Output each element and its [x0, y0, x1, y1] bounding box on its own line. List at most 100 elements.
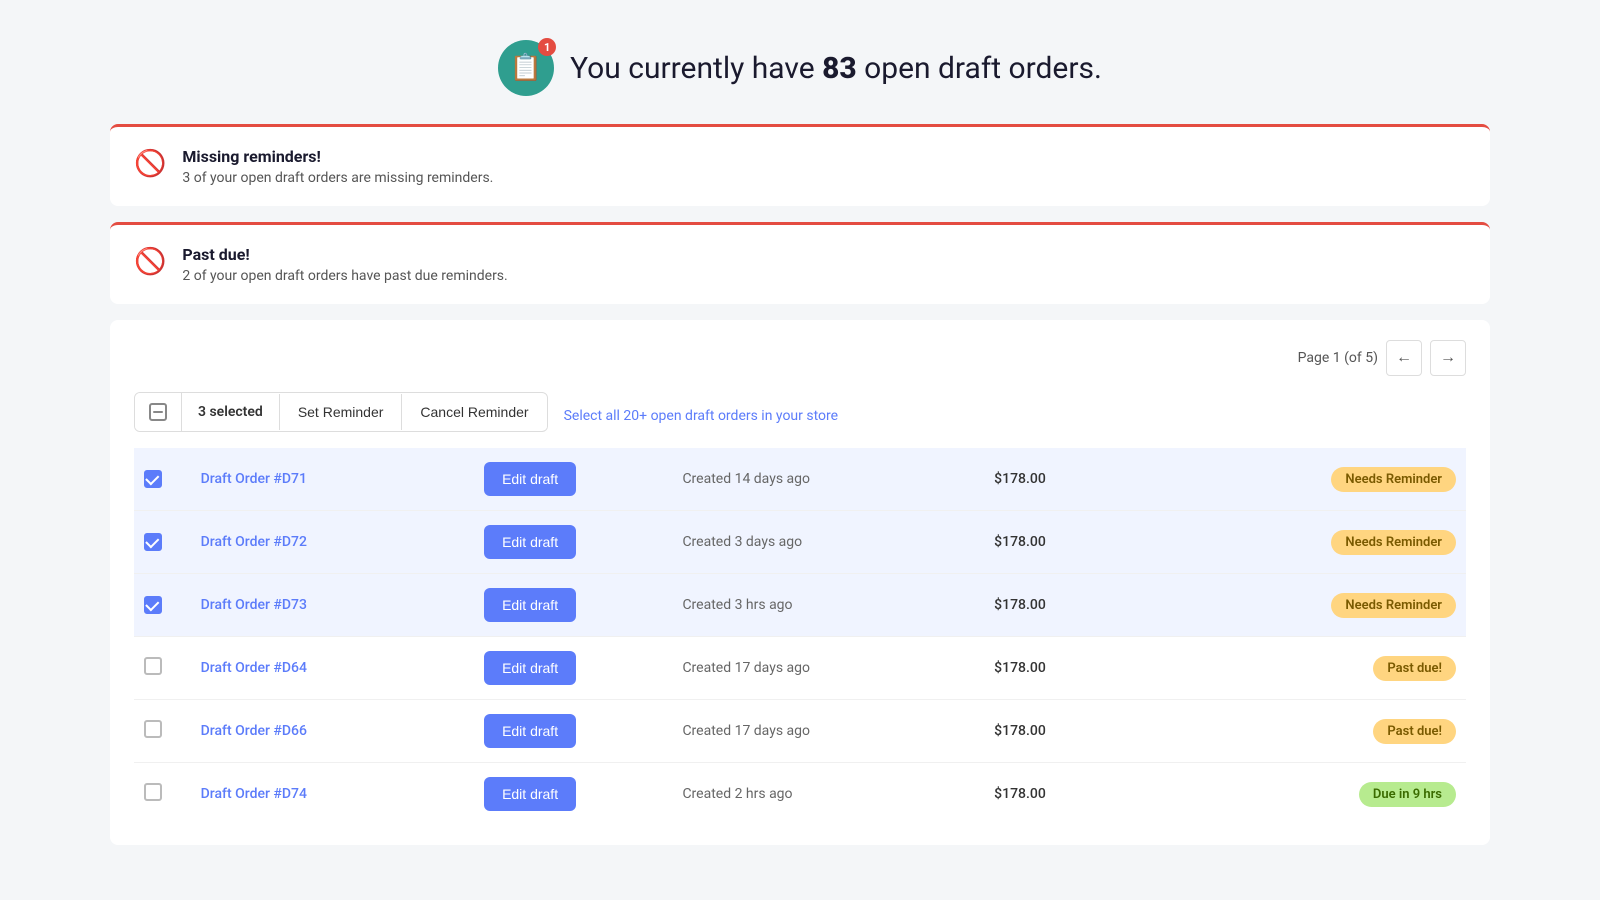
notification-badge: 1	[538, 38, 556, 56]
order-name-cell: Draft Order #D64	[191, 637, 474, 700]
edit-draft-button[interactable]: Edit draft	[484, 462, 576, 496]
table-row: Draft Order #D73 Edit draft Created 3 hr…	[134, 574, 1466, 637]
bulk-selected-label: 3 selected	[182, 394, 280, 430]
edit-draft-button[interactable]: Edit draft	[484, 651, 576, 685]
alert-desc-missing: 3 of your open draft orders are missing …	[182, 170, 493, 186]
alert-content-pastdue: Past due! 2 of your open draft orders ha…	[182, 245, 507, 284]
created-text: Created 3 hrs ago	[682, 597, 792, 613]
amount-text: $178.00	[994, 723, 1046, 739]
edit-draft-button[interactable]: Edit draft	[484, 714, 576, 748]
alert-title-pastdue: Past due!	[182, 245, 507, 264]
created-text: Created 14 days ago	[682, 471, 810, 487]
title-count: 83	[822, 51, 857, 86]
edit-draft-button[interactable]: Edit draft	[484, 525, 576, 559]
order-link[interactable]: Draft Order #D66	[201, 723, 307, 739]
table-row: Draft Order #D72 Edit draft Created 3 da…	[134, 511, 1466, 574]
amount-text: $178.00	[994, 534, 1046, 550]
row-checkbox-cell	[134, 511, 191, 574]
alert-title-missing: Missing reminders!	[182, 147, 493, 166]
bulk-action-bar: 3 selected Set Reminder Cancel Reminder …	[134, 392, 1466, 440]
order-link[interactable]: Draft Order #D71	[201, 471, 307, 487]
order-name-cell: Draft Order #D73	[191, 574, 474, 637]
order-link[interactable]: Draft Order #D74	[201, 786, 307, 802]
bulk-select-all-checkbox[interactable]	[135, 393, 182, 431]
select-all-link[interactable]: Select all 20+ open draft orders in your…	[564, 408, 838, 424]
row-checkbox[interactable]	[144, 533, 162, 551]
alert-desc-pastdue: 2 of your open draft orders have past du…	[182, 268, 507, 284]
row-checkbox[interactable]	[144, 720, 162, 738]
order-link[interactable]: Draft Order #D72	[201, 534, 307, 550]
title-prefix: You currently have	[570, 51, 822, 86]
edit-cell: Edit draft	[474, 574, 672, 637]
amount-cell: $178.00	[984, 637, 1182, 700]
edit-cell: Edit draft	[474, 448, 672, 511]
app-icon: 📋 1	[498, 40, 554, 96]
order-name-cell: Draft Order #D74	[191, 763, 474, 826]
edit-draft-button[interactable]: Edit draft	[484, 777, 576, 811]
status-cell: Past due!	[1183, 637, 1466, 700]
row-checkbox-cell	[134, 700, 191, 763]
created-cell: Created 17 days ago	[672, 637, 984, 700]
orders-table-card: Page 1 (of 5) ← → 3 selected Set Reminde…	[110, 320, 1490, 845]
amount-cell: $178.00	[984, 511, 1182, 574]
created-text: Created 17 days ago	[682, 723, 810, 739]
created-cell: Created 14 days ago	[672, 448, 984, 511]
orders-tbody: Draft Order #D71 Edit draft Created 14 d…	[134, 448, 1466, 825]
row-checkbox[interactable]	[144, 596, 162, 614]
order-name-cell: Draft Order #D72	[191, 511, 474, 574]
amount-cell: $178.00	[984, 574, 1182, 637]
order-link[interactable]: Draft Order #D73	[201, 597, 307, 613]
row-checkbox[interactable]	[144, 470, 162, 488]
amount-cell: $178.00	[984, 448, 1182, 511]
status-badge: Needs Reminder	[1331, 530, 1456, 555]
row-checkbox[interactable]	[144, 657, 162, 675]
orders-table: Draft Order #D71 Edit draft Created 14 d…	[134, 448, 1466, 825]
status-badge: Due in 9 hrs	[1359, 782, 1456, 807]
edit-cell: Edit draft	[474, 700, 672, 763]
dash-inner	[153, 411, 163, 413]
created-cell: Created 3 days ago	[672, 511, 984, 574]
amount-text: $178.00	[994, 660, 1046, 676]
status-cell: Needs Reminder	[1183, 511, 1466, 574]
row-checkbox-cell	[134, 637, 191, 700]
amount-text: $178.00	[994, 597, 1046, 613]
amount-text: $178.00	[994, 786, 1046, 802]
order-name-cell: Draft Order #D66	[191, 700, 474, 763]
row-checkbox-cell	[134, 763, 191, 826]
prev-page-button[interactable]: ←	[1386, 340, 1422, 376]
status-cell: Needs Reminder	[1183, 448, 1466, 511]
created-cell: Created 17 days ago	[672, 700, 984, 763]
created-text: Created 17 days ago	[682, 660, 810, 676]
created-text: Created 2 hrs ago	[682, 786, 792, 802]
edit-cell: Edit draft	[474, 511, 672, 574]
page-info: Page 1 (of 5)	[1298, 350, 1378, 366]
order-link[interactable]: Draft Order #D64	[201, 660, 307, 676]
page-header: 📋 1 You currently have 83 open draft ord…	[110, 20, 1490, 124]
next-page-button[interactable]: →	[1430, 340, 1466, 376]
bulk-bar-group: 3 selected Set Reminder Cancel Reminder	[134, 392, 548, 432]
status-cell: Due in 9 hrs	[1183, 763, 1466, 826]
status-cell: Past due!	[1183, 700, 1466, 763]
edit-cell: Edit draft	[474, 763, 672, 826]
alert-missing-reminders: 🚫 Missing reminders! 3 of your open draf…	[110, 124, 1490, 206]
row-checkbox-cell	[134, 448, 191, 511]
set-reminder-button[interactable]: Set Reminder	[280, 394, 403, 430]
edit-draft-button[interactable]: Edit draft	[484, 588, 576, 622]
row-checkbox-cell	[134, 574, 191, 637]
table-row: Draft Order #D64 Edit draft Created 17 d…	[134, 637, 1466, 700]
created-cell: Created 2 hrs ago	[672, 763, 984, 826]
status-badge: Past due!	[1373, 656, 1456, 681]
title-suffix: open draft orders.	[857, 51, 1102, 86]
alert-icon-missing: 🚫	[134, 149, 166, 179]
alert-icon-pastdue: 🚫	[134, 247, 166, 277]
page-wrapper: 📋 1 You currently have 83 open draft ord…	[110, 20, 1490, 845]
amount-text: $178.00	[994, 471, 1046, 487]
alert-content-missing: Missing reminders! 3 of your open draft …	[182, 147, 493, 186]
row-checkbox[interactable]	[144, 783, 162, 801]
alert-past-due: 🚫 Past due! 2 of your open draft orders …	[110, 222, 1490, 304]
amount-cell: $178.00	[984, 763, 1182, 826]
table-row: Draft Order #D74 Edit draft Created 2 hr…	[134, 763, 1466, 826]
order-name-cell: Draft Order #D71	[191, 448, 474, 511]
status-badge: Needs Reminder	[1331, 593, 1456, 618]
cancel-reminder-button[interactable]: Cancel Reminder	[402, 394, 546, 430]
